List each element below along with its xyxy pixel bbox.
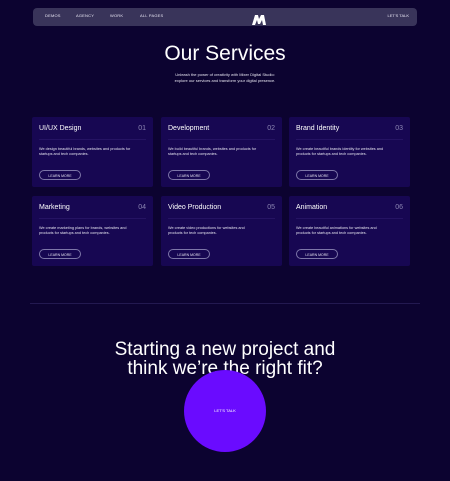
service-description: We create video productions for websites…	[168, 226, 245, 236]
subtitle-line-2: explore our services and transform your …	[174, 77, 276, 83]
service-card-development: Development 02 We build beautiful brands…	[161, 117, 282, 187]
card-divider	[39, 218, 146, 219]
service-title: Video Production	[168, 204, 222, 211]
nav-link-agency[interactable]: AGENCY	[76, 13, 94, 18]
m-logo-icon[interactable]	[252, 12, 266, 25]
service-title: Development	[168, 125, 210, 132]
nav-link-work[interactable]: WORK	[110, 13, 123, 18]
page-title: Our Services	[164, 42, 286, 65]
page-subtitle: Unleash the power of creativity with Mix…	[150, 72, 300, 83]
service-number: 06	[395, 204, 403, 211]
service-description: We create beautiful brands identity for …	[296, 147, 384, 157]
service-card-video-production: Video Production 05 We create video prod…	[161, 196, 282, 266]
service-title: Animation	[296, 204, 328, 211]
service-title: UI/UX Design	[39, 125, 82, 132]
card-divider	[168, 218, 275, 219]
learn-more-button[interactable]: LEARN MORE	[39, 249, 81, 259]
service-title: Marketing	[39, 204, 70, 211]
card-divider	[296, 139, 403, 140]
service-description: We create marketing plans for brands, we…	[39, 226, 127, 236]
service-number: 04	[138, 204, 146, 211]
learn-more-button[interactable]: LEARN MORE	[168, 249, 210, 259]
cta-heading-line-1: Starting a new project and	[114, 339, 336, 360]
service-number: 03	[395, 125, 403, 132]
lets-talk-circle-button[interactable]: LET'S TALK	[184, 370, 266, 452]
learn-more-button[interactable]: LEARN MORE	[296, 170, 338, 180]
card-divider	[168, 139, 275, 140]
service-number: 05	[267, 204, 275, 211]
service-card-ui-ux: UI/UX Design 01 We design beautiful bran…	[32, 117, 153, 187]
service-number: 02	[267, 125, 275, 132]
card-divider	[39, 139, 146, 140]
learn-more-button[interactable]: LEARN MORE	[39, 170, 81, 180]
service-description: We build beautiful brands, websites and …	[168, 147, 257, 157]
lets-talk-label: LET'S TALK	[214, 408, 236, 413]
service-card-marketing: Marketing 04 We create marketing plans f…	[32, 196, 153, 266]
learn-more-button[interactable]: LEARN MORE	[296, 249, 338, 259]
section-divider	[30, 303, 420, 304]
service-title: Brand Identity	[296, 125, 340, 132]
nav-link-all-pages[interactable]: ALL PAGES	[140, 13, 163, 18]
service-number: 01	[138, 125, 146, 132]
card-divider	[296, 218, 403, 219]
nav-lets-talk-link[interactable]: LET'S TALK	[387, 13, 409, 18]
service-description: We design beautiful brands, websites and…	[39, 147, 131, 157]
top-navbar: DEMOS AGENCY WORK ALL PAGES LET'S TALK	[33, 8, 417, 26]
service-card-brand-identity: Brand Identity 03 We create beautiful br…	[289, 117, 410, 187]
nav-link-demos[interactable]: DEMOS	[45, 13, 61, 18]
learn-more-button[interactable]: LEARN MORE	[168, 170, 210, 180]
service-description: We create beautiful animations for websi…	[296, 226, 377, 236]
service-card-animation: Animation 06 We create beautiful animati…	[289, 196, 410, 266]
